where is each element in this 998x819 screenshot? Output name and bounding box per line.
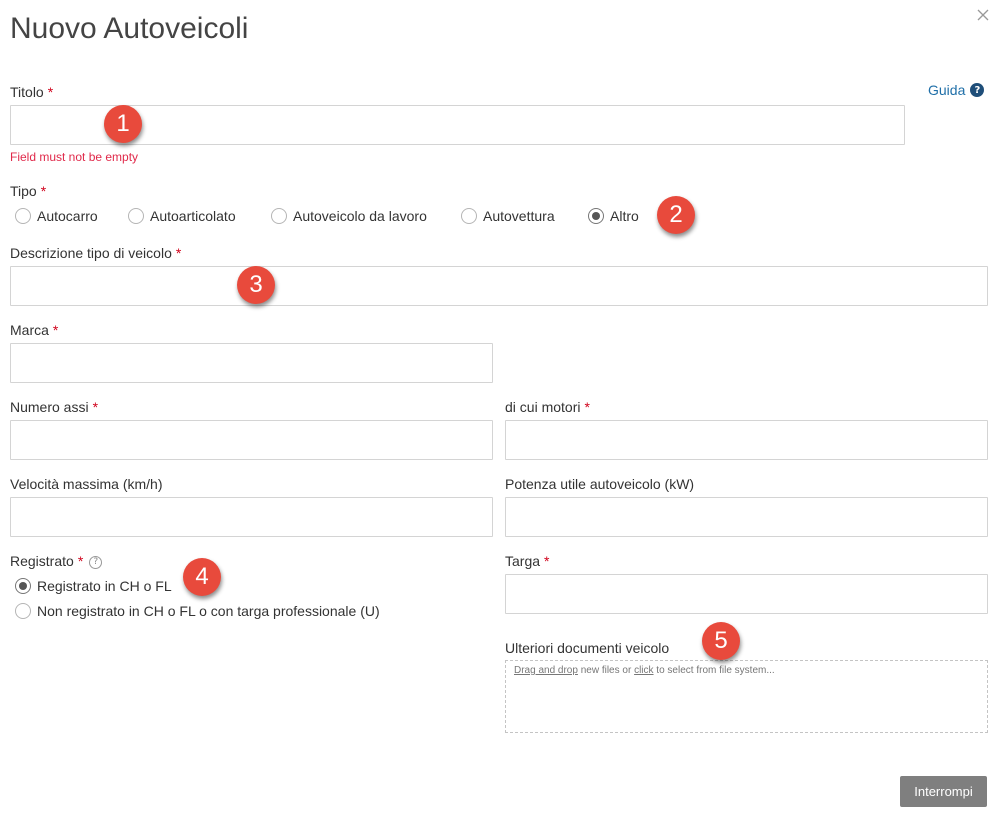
annotation-badge-4: 4 [183, 558, 221, 596]
tipo-option-autoveicolo-da-lavoro[interactable]: Autoveicolo da lavoro [271, 208, 427, 224]
question-circle-icon: ? [970, 83, 985, 97]
targa-input[interactable] [505, 574, 988, 614]
numero-assi-input[interactable] [10, 420, 493, 460]
required-marker: * [584, 399, 590, 415]
required-marker: * [77, 553, 84, 569]
titolo-input[interactable] [10, 105, 905, 145]
question-circle-icon[interactable]: ? [89, 555, 103, 569]
radio-button-checked[interactable] [588, 208, 604, 224]
tipo-option-autovettura[interactable]: Autovettura [461, 208, 555, 224]
required-marker: * [92, 399, 99, 415]
registrato-option-non-registrato[interactable]: Non registrato in CH o FL o con targa pr… [15, 603, 380, 619]
radio-button[interactable] [15, 208, 31, 224]
radio-button[interactable] [15, 603, 31, 619]
required-marker: * [52, 322, 59, 338]
dropzone-instructions: Drag and drop new files or click to sele… [514, 665, 775, 676]
titolo-error: Field must not be empty [10, 150, 139, 164]
velocita-massima-label: Velocità massima (km/h) [10, 476, 163, 492]
tipo-option-altro[interactable]: Altro [588, 208, 639, 224]
potenza-utile-input[interactable] [505, 497, 988, 537]
annotation-badge-3: 3 [237, 266, 275, 304]
required-marker: * [47, 84, 54, 100]
ulteriori-documenti-label: Ulteriori documenti veicolo [505, 640, 670, 656]
di-cui-motori-label: di cui motori * [505, 399, 590, 415]
di-cui-motori-input[interactable] [505, 420, 988, 460]
file-dropzone[interactable]: Drag and drop new files or click to sele… [505, 660, 988, 733]
numero-assi-label: Numero assi * [10, 399, 99, 415]
marca-input[interactable] [10, 343, 493, 383]
titolo-label: Titolo * [10, 84, 54, 100]
radio-button[interactable] [128, 208, 144, 224]
close-icon [977, 9, 989, 21]
radio-button[interactable] [271, 208, 287, 224]
interrompi-button[interactable]: Interrompi [900, 776, 987, 807]
registrato-label: Registrato *? [10, 553, 103, 569]
descrizione-tipo-input[interactable] [10, 266, 988, 306]
help-label: Guida [928, 82, 966, 98]
drag-and-drop-link[interactable]: Drag and drop [514, 665, 578, 676]
tipo-option-autoarticolato[interactable]: Autoarticolato [128, 208, 236, 224]
annotation-badge-5: 5 [702, 622, 740, 660]
registrato-option-ch-fl[interactable]: Registrato in CH o FL [15, 578, 172, 594]
annotation-badge-2: 2 [657, 196, 695, 234]
required-marker: * [544, 553, 550, 569]
annotation-badge-1: 1 [104, 105, 142, 143]
potenza-utile-label: Potenza utile autoveicolo (kW) [505, 476, 695, 492]
descrizione-tipo-label: Descrizione tipo di veicolo * [10, 245, 182, 261]
radio-button[interactable] [461, 208, 477, 224]
help-link[interactable]: Guida ? [928, 82, 985, 98]
targa-label: Targa * [505, 553, 550, 569]
click-link[interactable]: click [634, 665, 653, 676]
dialog-title: Nuovo Autoveicoli [10, 12, 249, 45]
close-button[interactable] [974, 6, 992, 24]
required-marker: * [40, 183, 47, 199]
required-marker: * [175, 245, 182, 261]
tipo-option-autocarro[interactable]: Autocarro [15, 208, 98, 224]
velocita-massima-input[interactable] [10, 497, 493, 537]
tipo-label: Tipo * [10, 183, 47, 199]
radio-button-checked[interactable] [15, 578, 31, 594]
marca-label: Marca * [10, 322, 59, 338]
